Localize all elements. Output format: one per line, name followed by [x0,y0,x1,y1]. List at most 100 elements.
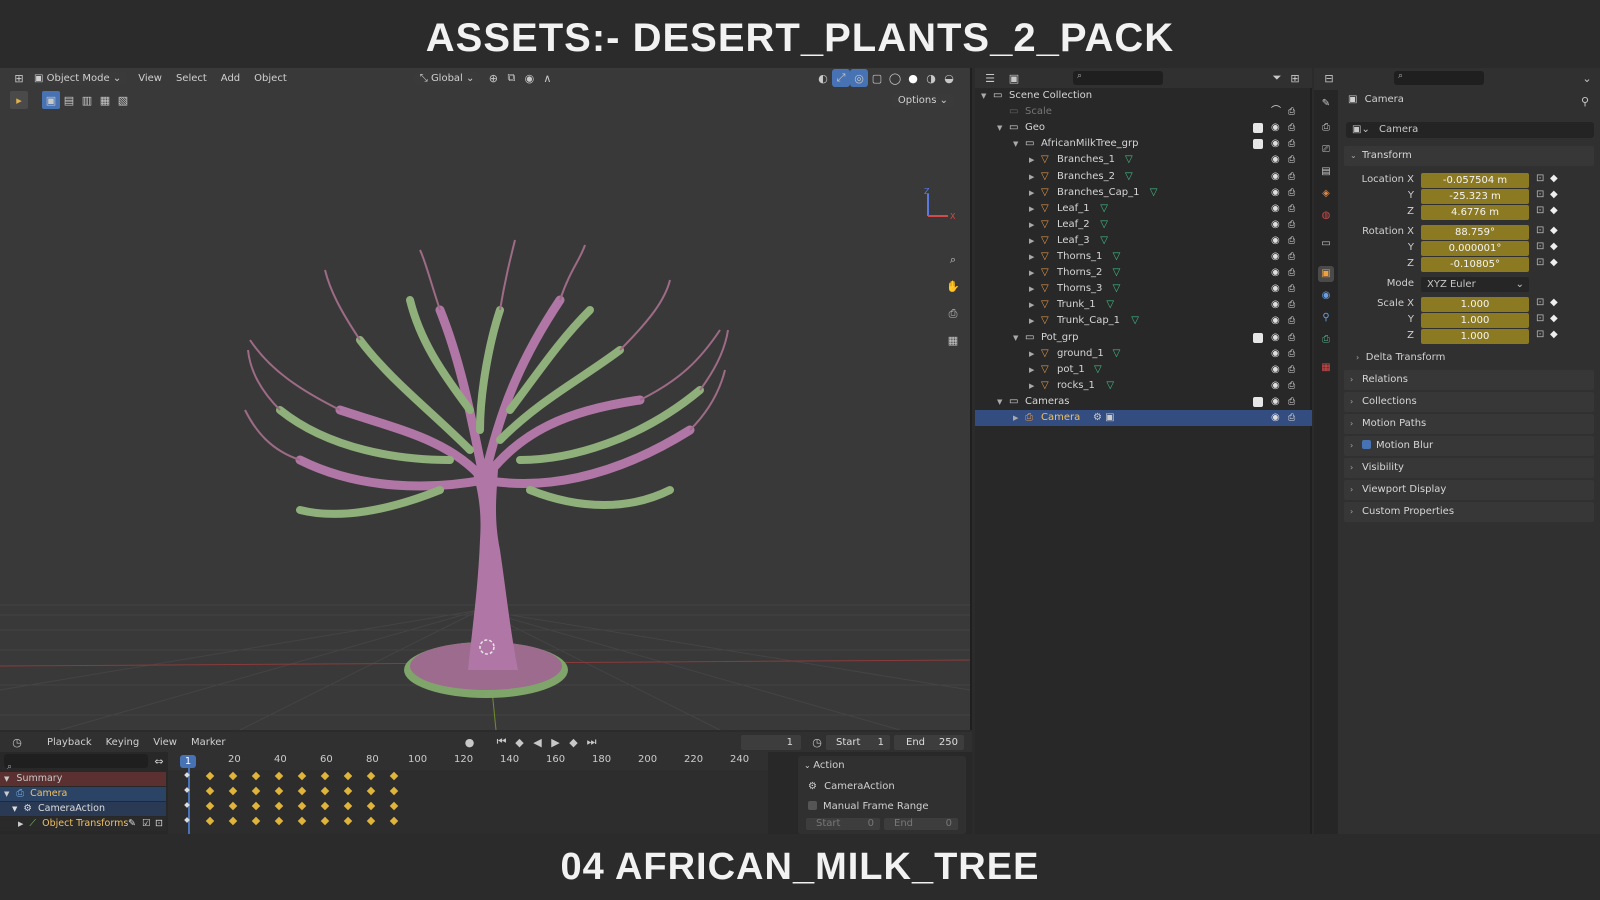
end-frame-field[interactable]: End 250 [894,735,964,750]
properties-editor[interactable]: ⊟ ⌕ ⌄ ✎ ⎙ ⎚ ▤ ◈ ◍ ▭ ▣ ◉ ⚲ ⎙ ▦ ▣ Camera ⚲… [1314,68,1600,834]
playhead-frame[interactable]: 1 [180,755,196,768]
object-name-field[interactable]: ▣⌄ Camera [1346,122,1594,138]
collapse-triangle-icon[interactable]: ▶ [1013,410,1018,426]
outliner-row[interactable]: ▶ ▽ ground_1 ▽ ◉ ⎙ [975,346,1312,362]
eye-visibility-icon[interactable]: ◉ [1271,233,1280,249]
delta-transform-subpanel[interactable]: › Delta Transform [1356,352,1445,363]
outliner-row[interactable]: ▶ ▽ Trunk_1 ▽ ◉ ⎙ [975,297,1312,313]
lock-icon[interactable]: ⊡ [1536,329,1544,340]
outliner-row[interactable]: ▶ ▽ Leaf_3 ▽ ◉ ⎙ [975,233,1312,249]
expand-triangle-icon[interactable]: ▼ [981,88,986,104]
render-camera-icon[interactable]: ⎙ [1288,330,1295,346]
zoom-icon[interactable]: ⌕ [944,251,962,269]
mesh-data-icon[interactable]: ▽ [1100,233,1108,249]
exclude-checkbox[interactable] [1253,396,1263,407]
constraints-tab-icon[interactable]: ⚲ [1318,310,1334,326]
world-tab-icon[interactable]: ◍ [1318,208,1334,224]
render-camera-icon[interactable]: ⎙ [1288,394,1295,410]
play-reverse-icon[interactable]: ◀ [529,733,547,751]
eye-visibility-icon[interactable]: ◉ [1271,378,1280,394]
outliner-row[interactable]: ▶ ▽ Thorns_2 ▽ ◉ ⎙ [975,265,1312,281]
render-camera-icon[interactable]: ⎙ [1288,136,1295,152]
menu-object[interactable]: Object [247,73,294,84]
channel-object-transforms[interactable]: ▶ ⟋ Object Transforms ✎ ☑ ⊡ [0,817,166,831]
outliner-row[interactable]: ▶ ▽ Leaf_2 ▽ ◉ ⎙ [975,217,1312,233]
action-end-field[interactable]: End 0 [884,818,958,830]
mesh-data-icon[interactable]: ▽ [1125,152,1133,168]
lock-icon[interactable]: ⊡ [155,817,163,831]
mesh-data-icon[interactable]: ▽ [1150,185,1158,201]
eye-visibility-icon[interactable]: ◉ [1271,313,1280,329]
collapse-triangle-icon[interactable]: ▶ [1029,217,1034,233]
outliner-row[interactable]: ▶ ▽ Branches_Cap_1 ▽ ◉ ⎙ [975,185,1312,201]
collapse-triangle-icon[interactable]: ▶ [1029,313,1034,329]
wireframe-shading-icon[interactable]: ◯ [886,69,904,87]
eye-visibility-icon[interactable]: ⌒ [1271,104,1281,120]
eye-visibility-icon[interactable]: ◉ [1271,249,1280,265]
properties-search-input[interactable]: ⌕ [1394,71,1484,85]
expand-triangle-icon[interactable]: ▼ [997,394,1002,410]
select-intersect-icon[interactable]: ▧ [114,91,132,109]
lock-icon[interactable]: ⊡ [1536,173,1544,184]
render-camera-icon[interactable]: ⎙ [1288,233,1295,249]
outliner-row[interactable]: ▶ ▽ Trunk_Cap_1 ▽ ◉ ⎙ [975,313,1312,329]
transform-panel-header[interactable]: ⌄ Transform [1344,146,1594,166]
new-collection-icon[interactable]: ⊞ [1286,69,1304,87]
filter-icon[interactable]: ⏷ [1268,69,1286,87]
camera-view-icon[interactable]: ⎙ [944,305,962,323]
collapse-triangle-icon[interactable]: ▶ [1029,378,1034,394]
mesh-data-icon[interactable]: ▽ [1113,249,1121,265]
channel-search-input[interactable]: ⌕ [4,754,148,772]
object-mode-dropdown[interactable]: ▣ Object Mode ⌄ [28,71,128,85]
render-camera-icon[interactable]: ⎙ [1288,217,1295,233]
location-z-field[interactable]: 4.6776 m [1421,205,1529,220]
select-tool-icon[interactable]: ▸ [10,91,28,109]
keyframe-diamond-icon[interactable]: ◆ [1550,241,1558,252]
outliner-row[interactable]: ▶ ▽ rocks_1 ▽ ◉ ⎙ [975,378,1312,394]
mesh-data-icon[interactable]: ▽ [1125,169,1133,185]
collection-tab-icon[interactable]: ▭ [1318,236,1334,252]
scale-z-field[interactable]: 1.000 [1421,329,1529,344]
location-x-field[interactable]: -0.057504 m [1421,173,1529,188]
channel-camera-action[interactable]: ▼ ⚙ CameraAction [0,802,166,816]
object-tab-icon[interactable]: ▣ [1318,266,1334,282]
eye-visibility-icon[interactable]: ◉ [1271,185,1280,201]
outliner[interactable]: ☰ ▣ ⌕ ⏷ ⊞ ▼ ▭ Scene Collection ▭ Scale ⌒ ⎙ ▼ ▭ Ge… [975,68,1312,834]
keyframe-diamond-icon[interactable]: ◆ [1550,225,1558,236]
manual-frame-range-toggle[interactable]: Manual Frame Range [808,801,929,812]
outliner-search-input[interactable]: ⌕ [1073,71,1163,85]
collapse-triangle-icon[interactable]: ▶ [1029,233,1034,249]
channel-camera[interactable]: ▼ ⎙ Camera [0,787,166,801]
lock-icon[interactable]: ⊡ [1536,189,1544,200]
eye-visibility-icon[interactable]: ◉ [1271,217,1280,233]
menu-select[interactable]: Select [169,73,214,84]
outliner-row[interactable]: ▶ ▽ Branches_2 ▽ ◉ ⎙ [975,169,1312,185]
gizmo-toggle-icon[interactable]: ⤢ [832,69,850,87]
outliner-row[interactable]: ▶ ▽ Thorns_3 ▽ ◉ ⎙ [975,281,1312,297]
menu-marker[interactable]: Marker [184,737,233,748]
menu-keying[interactable]: Keying [99,737,147,748]
timeline-editor[interactable]: ◷ Playback Keying View Marker ● ⏮ ◆ ◀ ▶ … [0,732,972,834]
eye-visibility-icon[interactable]: ◉ [1271,297,1280,313]
channel-checkbox[interactable]: ☑ [142,817,151,831]
eye-visibility-icon[interactable]: ◉ [1271,136,1280,152]
options-dropdown[interactable]: Options ⌄ [891,93,954,107]
panel-motion-paths[interactable]: › Motion Paths [1344,414,1594,434]
outliner-row[interactable]: ▶ ▽ Branches_1 ▽ ◉ ⎙ [975,152,1312,168]
output-tab-icon[interactable]: ⎚ [1318,142,1334,158]
next-keyframe-icon[interactable]: ◆ [565,733,583,751]
view-layer-tab-icon[interactable]: ▤ [1318,164,1334,180]
camera-data-icon[interactable]: ⚙ ▣ [1093,410,1115,426]
action-start-field[interactable]: Start 0 [806,818,880,830]
mesh-data-icon[interactable]: ▽ [1113,281,1121,297]
outliner-row[interactable]: ▼ ▭ Geo ◉ ⎙ [975,120,1312,136]
collapse-triangle-icon[interactable]: ▶ [1029,346,1034,362]
eye-visibility-icon[interactable]: ◉ [1271,346,1280,362]
collapse-triangle-icon[interactable]: ▶ [1029,297,1034,313]
chevron-down-icon[interactable]: ⌄ [1578,69,1596,87]
jump-end-icon[interactable]: ⏭ [583,733,601,751]
rotation-z-field[interactable]: -0.10805° [1421,257,1529,272]
lock-icon[interactable]: ⊡ [1536,297,1544,308]
outliner-row[interactable]: ▼ ▭ Pot_grp ◉ ⎙ [975,330,1312,346]
play-icon[interactable]: ▶ [547,733,565,751]
